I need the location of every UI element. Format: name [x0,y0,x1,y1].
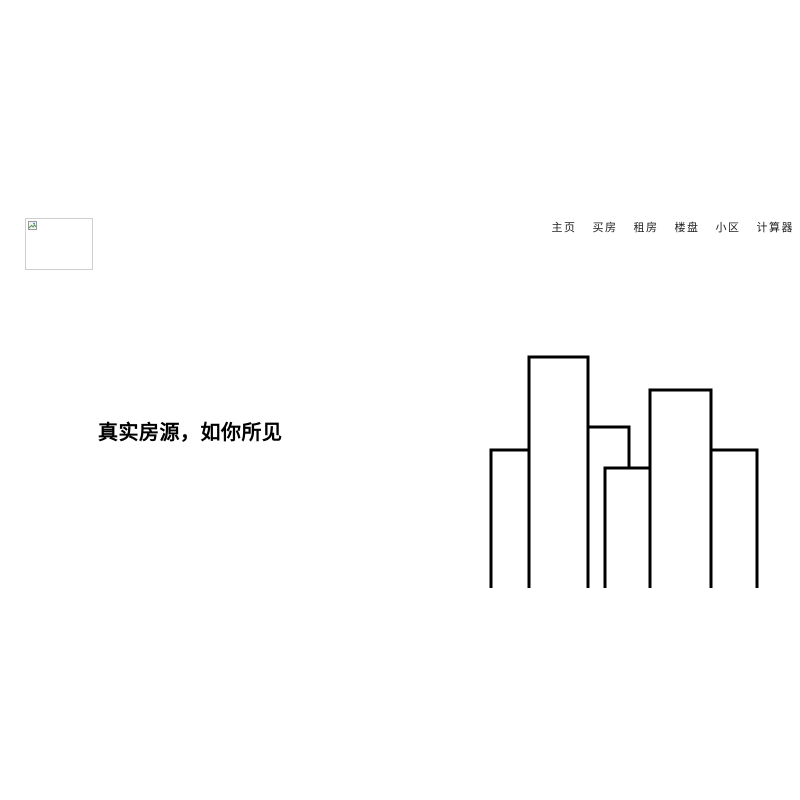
broken-image-icon [28,221,37,230]
main-nav: 主页 买房 租房 楼盘 小区 计算器 [552,219,795,235]
building-6 [711,448,759,588]
nav-item-community[interactable]: 小区 [716,219,741,235]
building-1 [489,448,531,588]
building-3 [586,425,631,588]
site-logo[interactable] [25,218,93,270]
nav-item-calculator[interactable]: 计算器 [757,219,795,235]
hero-title: 真实房源，如你所见 [98,420,283,444]
nav-item-new-homes[interactable]: 楼盘 [675,219,700,235]
page: 主页 买房 租房 楼盘 小区 计算器 真实房源，如你所见 [0,0,800,800]
building-2 [527,355,590,588]
city-skyline-icon [489,355,759,588]
nav-item-rent[interactable]: 租房 [634,219,659,235]
nav-item-buy[interactable]: 买房 [593,219,618,235]
building-5 [648,388,713,588]
nav-item-home[interactable]: 主页 [552,219,577,235]
building-4 [603,466,652,588]
